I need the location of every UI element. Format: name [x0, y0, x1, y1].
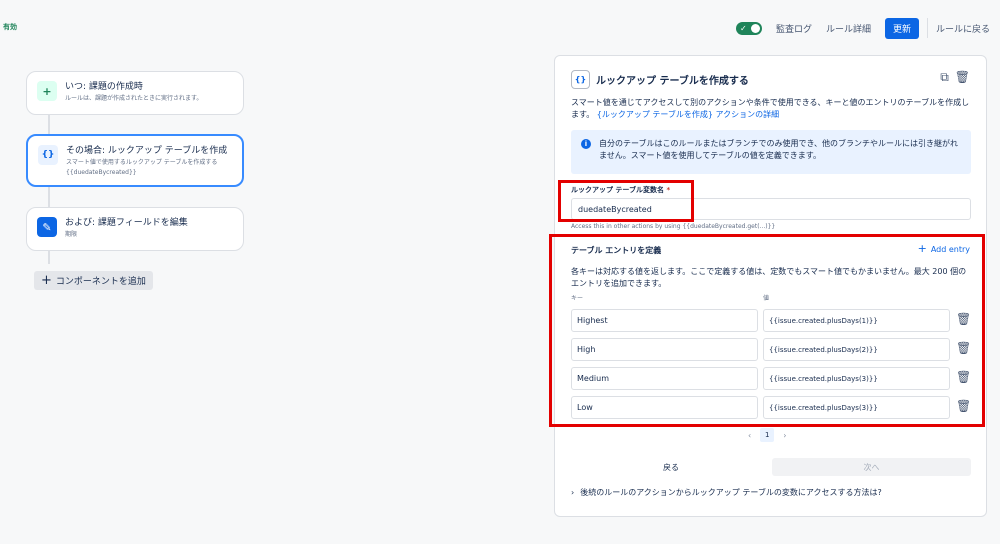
top-toolbar: ✓ 監査ログ ルール詳細 更新 ルールに戻る [735, 17, 990, 39]
trigger-subtitle: ルールは、課題が作成されたときに実行されます。 [65, 95, 203, 102]
edit-node-subtitle: 期限 [65, 231, 78, 238]
trash-icon[interactable]: 🗑 [956, 341, 971, 355]
faq-text: 後続のルールのアクションからルックアップ テーブルの変数にアクセスする方法は? [580, 488, 882, 497]
variable-name-input[interactable]: duedateBycreated [571, 198, 971, 220]
info-icon: i [581, 139, 591, 149]
info-text: 自分のテーブルはこのルールまたはブランチでのみ使用でき、他のブランチやルールには… [599, 139, 958, 160]
toggle-knob [750, 23, 760, 33]
learn-more-link[interactable]: {ルックアップ テーブルを作成} アクションの詳細 [597, 110, 779, 119]
key-input[interactable]: High [571, 338, 758, 361]
value-input[interactable]: {{issue.created.plusDays(1)}} [763, 309, 950, 332]
plus-icon: + [37, 81, 57, 101]
lookup-table-node[interactable]: {} その場合: ルックアップ テーブルを作成 スマート値で使用するルックアップ… [26, 134, 244, 187]
panel-actions: ⧉ 🗑 [940, 70, 970, 85]
table-row: High {{issue.created.plusDays(2)}} 🗑 [571, 338, 981, 362]
next-page-icon[interactable]: › [783, 431, 786, 440]
variable-name-label: ルックアップ テーブル変数名 * [571, 185, 670, 195]
table-row: Low {{issue.created.plusDays(3)}} 🗑 [571, 396, 981, 420]
value-input[interactable]: {{issue.created.plusDays(2)}} [763, 338, 950, 361]
entries-title: テーブル エントリを定義 [571, 246, 662, 255]
trash-icon[interactable]: 🗑 [955, 70, 970, 85]
key-input[interactable]: Low [571, 396, 758, 419]
rule-status-label: 有効 [3, 23, 17, 31]
back-button[interactable]: 戻る [571, 458, 771, 476]
table-row: Medium {{issue.created.plusDays(3)}} 🗑 [571, 367, 981, 391]
plus-icon: + [917, 242, 927, 255]
lookup-node-title: その場合: ルックアップ テーブルを作成 [66, 146, 228, 156]
add-entry-button[interactable]: + Add entry [917, 242, 970, 255]
trash-icon[interactable]: 🗑 [956, 370, 971, 384]
rule-details-link[interactable]: ルール詳細 [826, 22, 871, 35]
trash-icon[interactable]: 🗑 [956, 312, 971, 326]
lookup-node-subtitle: スマート値で使用するルックアップ テーブルを作成する [66, 159, 218, 166]
braces-icon: {} [38, 145, 58, 165]
trigger-title: いつ: 課題の作成時 [65, 82, 143, 92]
entries-table: Highest {{issue.created.plusDays(1)}} 🗑 … [571, 309, 981, 425]
entries-description: 各キーは対応する値を返します。ここで定義する値は、定数でもスマート値でもかまいま… [571, 267, 967, 288]
divider [926, 18, 928, 38]
pagination: ‹ 1 › [748, 428, 786, 442]
add-component-button[interactable]: + コンポーネントを追加 [34, 271, 153, 290]
trigger-node[interactable]: + いつ: 課題の作成時 ルールは、課題が作成されたときに実行されます。 [26, 71, 244, 115]
braces-icon: {} [571, 70, 590, 89]
add-component-label: コンポーネントを追加 [55, 277, 146, 287]
pencil-icon: ✎ [37, 217, 57, 237]
faq-expander[interactable]: › 後続のルールのアクションからルックアップ テーブルの変数にアクセスする方法は… [571, 487, 882, 498]
table-row: Highest {{issue.created.plusDays(1)}} 🗑 [571, 309, 981, 333]
column-header-key: キー [571, 295, 584, 302]
column-header-value: 値 [763, 295, 770, 302]
update-button[interactable]: 更新 [884, 17, 919, 39]
edit-field-node[interactable]: ✎ および: 課題フィールドを編集 期限 [26, 207, 244, 251]
key-input[interactable]: Highest [571, 309, 758, 332]
next-button[interactable]: 次へ [772, 458, 971, 476]
audit-log-link[interactable]: 監査ログ [776, 22, 812, 35]
panel-header: {} ルックアップ テーブルを作成する [571, 70, 749, 89]
copy-icon[interactable]: ⧉ [940, 70, 949, 85]
check-icon: ✓ [739, 23, 747, 33]
add-entry-label: Add entry [930, 244, 970, 254]
lookup-node-variable: {{duedateBycreated}} [66, 169, 137, 176]
variable-help-text: Access this in other actions by using {{… [571, 223, 776, 230]
panel-title: ルックアップ テーブルを作成する [596, 76, 749, 87]
page-number[interactable]: 1 [760, 428, 775, 442]
plus-icon: + [41, 273, 52, 288]
chevron-right-icon: › [571, 488, 575, 497]
variable-name-label-text: ルックアップ テーブル変数名 [571, 186, 665, 194]
required-marker: * [666, 186, 671, 194]
config-panel: {} ルックアップ テーブルを作成する ⧉ 🗑 スマート値を通じてアクセスして別… [549, 55, 987, 517]
trash-icon[interactable]: 🗑 [956, 399, 971, 413]
edit-node-title: および: 課題フィールドを編集 [65, 218, 188, 228]
info-message: i 自分のテーブルはこのルールまたはブランチでのみ使用でき、他のブランチやルール… [571, 130, 971, 174]
prev-page-icon[interactable]: ‹ [748, 431, 751, 440]
back-to-rules-link[interactable]: ルールに戻る [936, 22, 990, 35]
rule-enabled-toggle[interactable]: ✓ [735, 21, 762, 35]
key-input[interactable]: Medium [571, 367, 758, 390]
value-input[interactable]: {{issue.created.plusDays(3)}} [763, 367, 950, 390]
value-input[interactable]: {{issue.created.plusDays(3)}} [763, 396, 950, 419]
panel-description: スマート値を通じてアクセスして別のアクションや条件で使用できる、キーと値のエント… [571, 97, 973, 121]
